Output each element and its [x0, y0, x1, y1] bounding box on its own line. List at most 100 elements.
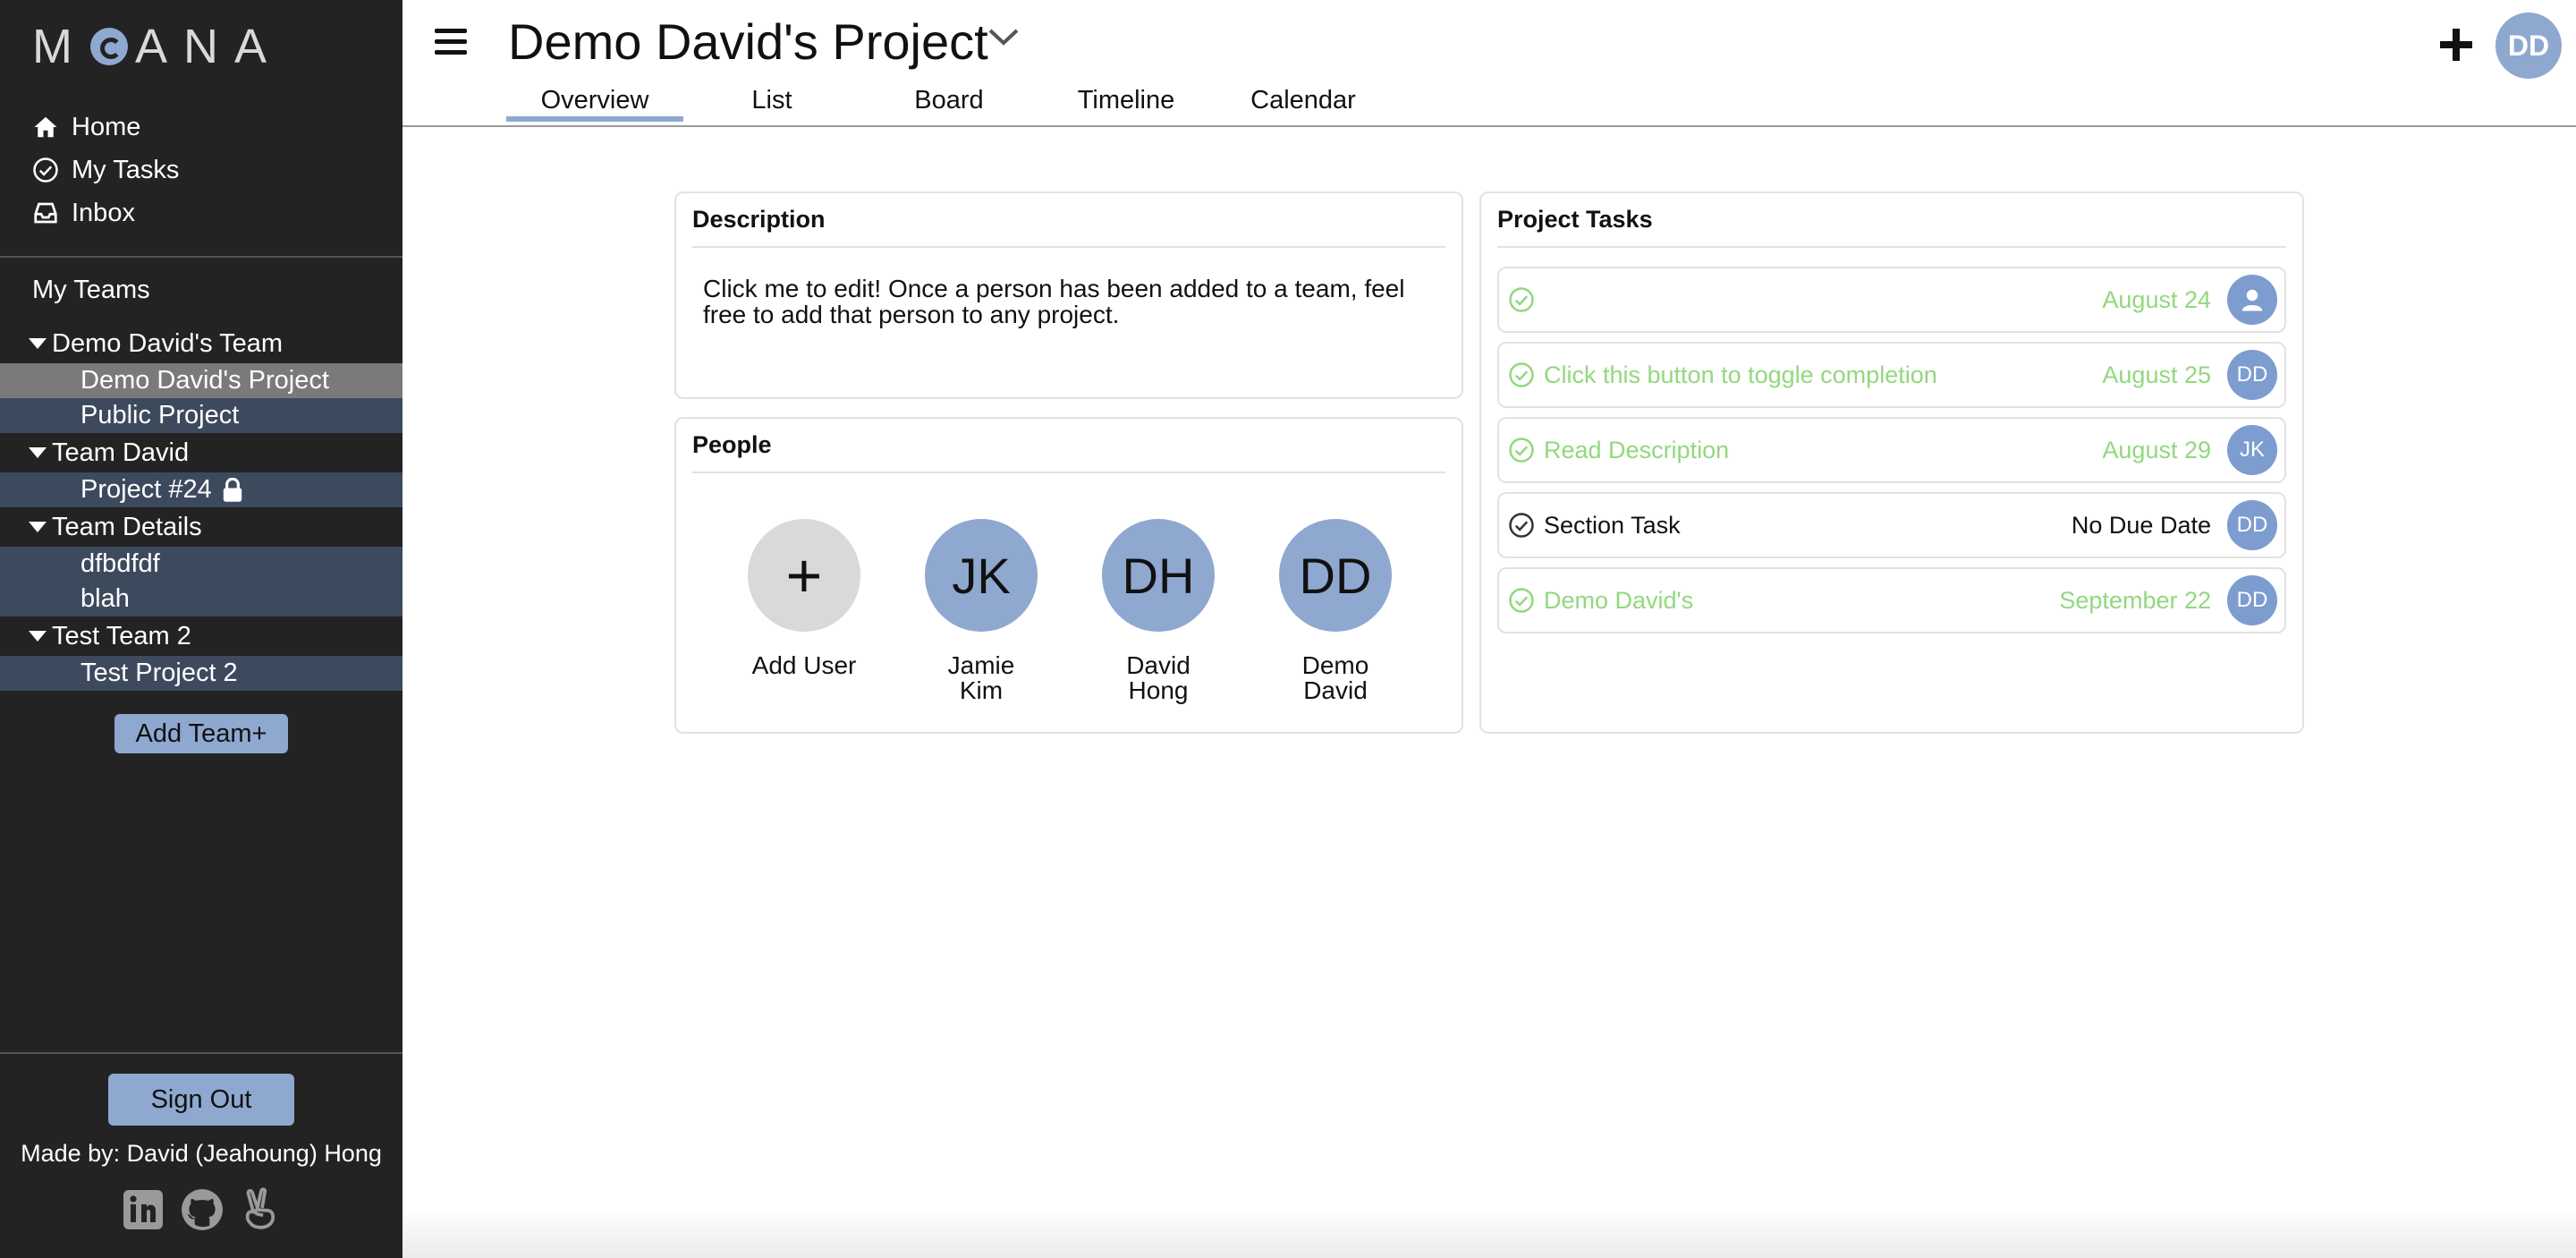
- team-test-team-2[interactable]: Test Team 2: [0, 616, 402, 656]
- nav-inbox[interactable]: Inbox: [30, 191, 179, 234]
- user-avatar[interactable]: DD: [2496, 13, 2562, 79]
- task-due-date: August 25: [2102, 361, 2211, 388]
- project-tabs: Overview List Board Timeline Calendar: [506, 82, 1392, 122]
- social-links: [120, 1186, 284, 1233]
- nav-my-tasks-label: My Tasks: [72, 155, 180, 184]
- logo-swirl-icon: [89, 28, 128, 65]
- check-circle-icon[interactable]: [1508, 587, 1535, 614]
- task-due-date: August 29: [2102, 436, 2211, 463]
- add-team-button[interactable]: Add Team+: [114, 714, 288, 753]
- tab-timeline[interactable]: Timeline: [1038, 82, 1215, 122]
- description-card: Description Click me to edit! Once a per…: [674, 191, 1463, 399]
- project-title: Demo David's Project: [508, 13, 988, 70]
- team-demo-davids-team[interactable]: Demo David's Team: [0, 324, 402, 363]
- task-row[interactable]: Section Task No Due Date DD: [1497, 492, 2286, 558]
- tab-overview[interactable]: Overview: [506, 82, 683, 122]
- logo-text-left: M: [32, 20, 89, 73]
- person-name: Jamie Kim: [948, 653, 1015, 703]
- nav-inbox-label: Inbox: [72, 198, 135, 227]
- user-placeholder-icon[interactable]: [2227, 275, 2277, 325]
- task-name: Read Description: [1544, 436, 1730, 463]
- plus-icon[interactable]: +: [748, 519, 860, 632]
- moana-logo[interactable]: M ANA: [32, 20, 283, 73]
- team-team-david[interactable]: Team David: [0, 433, 402, 472]
- check-circle-icon[interactable]: [1508, 286, 1535, 313]
- team-name: Team Details: [52, 512, 202, 541]
- sign-out-button[interactable]: Sign Out: [108, 1074, 294, 1126]
- check-circle-icon[interactable]: [1508, 437, 1535, 463]
- task-name: Click this button to toggle completion: [1544, 361, 1937, 388]
- first-name: David: [1126, 651, 1191, 679]
- team-team-details[interactable]: Team Details: [0, 507, 402, 547]
- task-name: Demo David's: [1544, 586, 1694, 614]
- task-due-date: No Due Date: [2071, 511, 2211, 539]
- people-list: + Add User JK Jamie Kim DH David Hong DD…: [748, 519, 1392, 703]
- task-assignee-avatar[interactable]: JK: [2227, 425, 2277, 475]
- angellist-icon[interactable]: [238, 1186, 284, 1233]
- tab-calendar[interactable]: Calendar: [1215, 82, 1392, 122]
- task-due-date: August 24: [2102, 285, 2211, 313]
- avatar: DD: [1279, 519, 1392, 632]
- project-blah[interactable]: blah: [0, 582, 402, 616]
- inbox-icon: [30, 198, 61, 228]
- person-demo-david[interactable]: DD Demo David: [1279, 519, 1392, 703]
- task-row[interactable]: Read Description August 29 JK: [1497, 417, 2286, 483]
- project-24[interactable]: Project #24: [0, 472, 402, 507]
- task-due-date: September 22: [2059, 586, 2211, 614]
- tab-board[interactable]: Board: [860, 82, 1038, 122]
- caret-down-icon: [29, 338, 47, 349]
- tab-list[interactable]: List: [683, 82, 860, 122]
- avatar: JK: [925, 519, 1038, 632]
- sidebar-divider-bottom: [0, 1052, 402, 1054]
- project-demo-davids-project[interactable]: Demo David's Project: [0, 363, 402, 398]
- hamburger-menu-icon[interactable]: [435, 29, 467, 57]
- person-jamie-kim[interactable]: JK Jamie Kim: [925, 519, 1038, 703]
- project-tasks-title: Project Tasks: [1497, 206, 2286, 248]
- task-row[interactable]: August 24: [1497, 267, 2286, 333]
- last-name: David: [1303, 676, 1368, 704]
- people-card: People + Add User JK Jamie Kim DH David …: [674, 417, 1463, 734]
- nav-my-tasks[interactable]: My Tasks: [30, 149, 179, 191]
- lock-icon: [221, 477, 244, 503]
- description-title: Description: [692, 206, 1445, 248]
- team-name: Team David: [52, 438, 190, 467]
- logo-text-right: ANA: [134, 20, 284, 73]
- github-icon[interactable]: [179, 1186, 225, 1233]
- last-name: Kim: [959, 676, 1004, 704]
- first-name: Demo: [1301, 651, 1369, 679]
- person-name: Demo David: [1302, 653, 1369, 703]
- nav-home-label: Home: [72, 112, 141, 141]
- project-tasks-card: Project Tasks August 24 Click this butto…: [1479, 191, 2304, 734]
- task-row[interactable]: Click this button to toggle completion A…: [1497, 342, 2286, 408]
- project-header: Demo David's Project Overview List Board…: [402, 0, 2576, 127]
- caret-down-icon: [29, 447, 47, 458]
- nav-home[interactable]: Home: [30, 106, 179, 149]
- main-nav: Home My Tasks Inbox: [30, 106, 179, 234]
- description-text[interactable]: Click me to edit! Once a person has been…: [703, 276, 1445, 327]
- last-name: Hong: [1128, 676, 1189, 704]
- linkedin-icon[interactable]: [120, 1186, 166, 1233]
- sidebar: M ANA Home My Tasks Inbox My Teams Demo …: [0, 0, 402, 1258]
- task-row[interactable]: Demo David's September 22 DD: [1497, 567, 2286, 633]
- first-name: Jamie: [947, 651, 1015, 679]
- add-user-button[interactable]: + Add User: [748, 519, 860, 703]
- project-public-project[interactable]: Public Project: [0, 398, 402, 433]
- add-user-label: Add User: [751, 651, 857, 679]
- task-assignee-avatar[interactable]: DD: [2227, 575, 2277, 625]
- task-assignee-avatar[interactable]: DD: [2227, 500, 2277, 550]
- project-dfbdfdf[interactable]: dfbdfdf: [0, 547, 402, 582]
- my-teams-heading: My Teams: [32, 276, 150, 304]
- task-assignee-avatar[interactable]: DD: [2227, 350, 2277, 400]
- person-david-hong[interactable]: DH David Hong: [1102, 519, 1215, 703]
- person-name: David Hong: [1126, 653, 1191, 703]
- caret-down-icon: [29, 631, 47, 642]
- check-circle-icon[interactable]: [1508, 512, 1535, 539]
- chevron-down-icon[interactable]: [987, 27, 1020, 51]
- check-circle-icon[interactable]: [1508, 361, 1535, 388]
- caret-down-icon: [29, 522, 47, 532]
- add-plus-icon[interactable]: [2429, 18, 2483, 72]
- team-list: Demo David's Team Demo David's Project P…: [0, 324, 402, 691]
- project-test-project-2[interactable]: Test Project 2: [0, 656, 402, 691]
- people-title: People: [692, 431, 1445, 473]
- task-name: Section Task: [1544, 511, 1681, 539]
